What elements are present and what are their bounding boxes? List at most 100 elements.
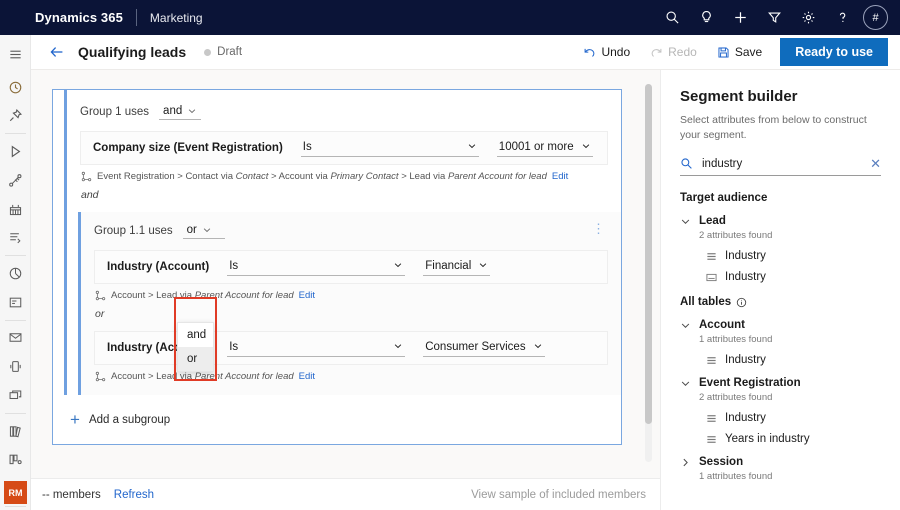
chevron-down-icon [393, 341, 403, 354]
hamburger-menu-icon[interactable] [0, 40, 31, 69]
tree-group-session-header[interactable]: Session [680, 456, 881, 468]
canvas-scrollbar[interactable] [645, 84, 652, 462]
condition-operator-select[interactable]: Is [227, 259, 405, 276]
back-arrow-icon[interactable] [42, 37, 72, 67]
view-sample-link[interactable]: View sample of included members [471, 489, 646, 501]
attribute-item[interactable]: Industry [706, 354, 881, 366]
segment-builder-panel: Segment builder Select attributes from b… [660, 70, 900, 510]
redo-label: Redo [668, 45, 697, 59]
more-options-icon[interactable]: ⋮ [592, 222, 605, 235]
tree-group-lead: Lead 2 attributes found Industry Industr… [680, 215, 881, 283]
all-tables-heading: All tables [680, 296, 881, 308]
redo-button[interactable]: Redo [640, 39, 707, 65]
tree-group-account: Account 1 attributes found Industry [680, 319, 881, 366]
lightbulb-icon[interactable] [689, 0, 723, 35]
help-icon[interactable] [825, 0, 859, 35]
all-tables-label: All tables [680, 296, 731, 308]
info-icon[interactable] [736, 297, 747, 308]
attribute-item[interactable]: Industry [706, 271, 881, 283]
condition-value-select[interactable]: Consumer Services [423, 340, 544, 357]
pin-icon[interactable] [0, 102, 31, 131]
condition-attribute: Industry (Account) [107, 261, 209, 273]
tree-group-count: 1 attributes found [699, 471, 881, 482]
ready-to-use-button[interactable]: Ready to use [780, 38, 888, 66]
user-avatar-top[interactable]: # [863, 5, 888, 30]
events-icon[interactable] [0, 195, 31, 224]
recent-clock-icon[interactable] [0, 73, 31, 102]
condition-row-company-size[interactable]: Company size (Event Registration) Is 100… [80, 131, 608, 165]
tree-group-account-header[interactable]: Account [680, 319, 881, 331]
query-builder-card: Group 1 uses and Company size (Event Reg… [52, 89, 622, 445]
mobile-push-icon[interactable] [0, 352, 31, 381]
edit-path-link[interactable]: Edit [299, 371, 315, 382]
condition-operator-select[interactable]: Is [227, 340, 405, 357]
condition-operator-select[interactable]: Is [301, 140, 479, 157]
templates-icon[interactable] [0, 445, 31, 474]
condition-value: 10001 or more [499, 141, 574, 153]
attribute-item[interactable]: Industry [706, 412, 881, 424]
status-label: Draft [217, 46, 242, 58]
library-icon[interactable] [0, 417, 31, 446]
page-title: Qualifying leads [78, 44, 186, 60]
attribute-name: Industry [725, 250, 766, 262]
condition-row-industry-financial[interactable]: Industry (Account) Is Financial [94, 250, 608, 284]
relationship-path-1: Event Registration > Contact via Contact… [81, 171, 621, 182]
relationship-icon [95, 371, 106, 382]
edit-path-link[interactable]: Edit [552, 171, 568, 182]
group-1-1-operator-select[interactable]: or [183, 223, 225, 239]
operator-dropdown-menu[interactable]: and or [177, 322, 214, 372]
search-input[interactable]: industry [702, 158, 870, 170]
condition-value-select[interactable]: Financial [423, 259, 490, 276]
edit-path-link[interactable]: Edit [299, 290, 315, 301]
save-icon [717, 46, 730, 59]
plus-icon[interactable] [723, 0, 757, 35]
social-post-icon[interactable] [0, 381, 31, 410]
user-avatar-rail[interactable]: RM [4, 481, 27, 504]
chevron-down-icon [478, 260, 488, 273]
condition-value: Consumer Services [425, 341, 525, 353]
email-icon[interactable] [0, 324, 31, 353]
rail-divider [5, 413, 26, 414]
chevron-down-icon [187, 106, 197, 116]
attribute-item[interactable]: Years in industry [706, 433, 881, 445]
add-subgroup-button[interactable]: + Add a subgroup [53, 395, 621, 444]
tree-group-count: 2 attributes found [699, 230, 881, 241]
path-text-prefix: Event Registration > Contact via [97, 171, 233, 182]
customer-journey-icon[interactable] [0, 166, 31, 195]
add-subgroup-label: Add a subgroup [89, 414, 170, 426]
condition-value-select[interactable]: 10001 or more [497, 140, 593, 157]
analytics-pie-icon[interactable] [0, 259, 31, 288]
undo-button[interactable]: Undo [573, 39, 640, 65]
command-bar: Qualifying leads Draft Undo [31, 35, 900, 70]
filter-icon[interactable] [757, 0, 791, 35]
dropdown-option-or[interactable]: or [178, 347, 213, 371]
group-1-1-header: Group 1.1 uses or [81, 223, 621, 239]
tree-group-lead-header[interactable]: Lead [680, 215, 881, 227]
refresh-link[interactable]: Refresh [114, 489, 154, 501]
attribute-search-box[interactable]: industry ✕ [680, 157, 881, 176]
group-1-1-label: Group 1.1 uses [94, 225, 173, 237]
attribute-name: Industry [725, 412, 766, 424]
path-text-a: Contact [236, 171, 269, 182]
save-button[interactable]: Save [707, 39, 772, 65]
form-icon[interactable] [0, 288, 31, 317]
chevron-down-icon [680, 216, 691, 227]
attribute-name: Years in industry [725, 433, 810, 445]
segments-icon[interactable] [0, 223, 31, 252]
play-icon[interactable] [0, 137, 31, 166]
command-bar-actions: Undo Redo Save Ready to use [573, 38, 900, 66]
attribute-item[interactable]: Industry [706, 250, 881, 262]
canvas-scrollbar-thumb[interactable] [645, 84, 652, 424]
group-1-operator-select[interactable]: and [159, 104, 201, 120]
chevron-down-icon [581, 141, 591, 154]
clear-search-icon[interactable]: ✕ [870, 157, 881, 170]
search-icon[interactable] [655, 0, 689, 35]
tree-group-event-registration-header[interactable]: Event Registration [680, 377, 881, 389]
gear-icon[interactable] [791, 0, 825, 35]
condition-operator-value: Is [229, 341, 238, 353]
chevron-down-icon [393, 260, 403, 273]
relationship-icon [95, 290, 106, 301]
dropdown-option-and[interactable]: and [178, 323, 213, 347]
condition-row-industry-consumer[interactable]: Industry (Account) Is Consumer Services [94, 331, 608, 365]
tree-group-count: 1 attributes found [699, 334, 881, 345]
